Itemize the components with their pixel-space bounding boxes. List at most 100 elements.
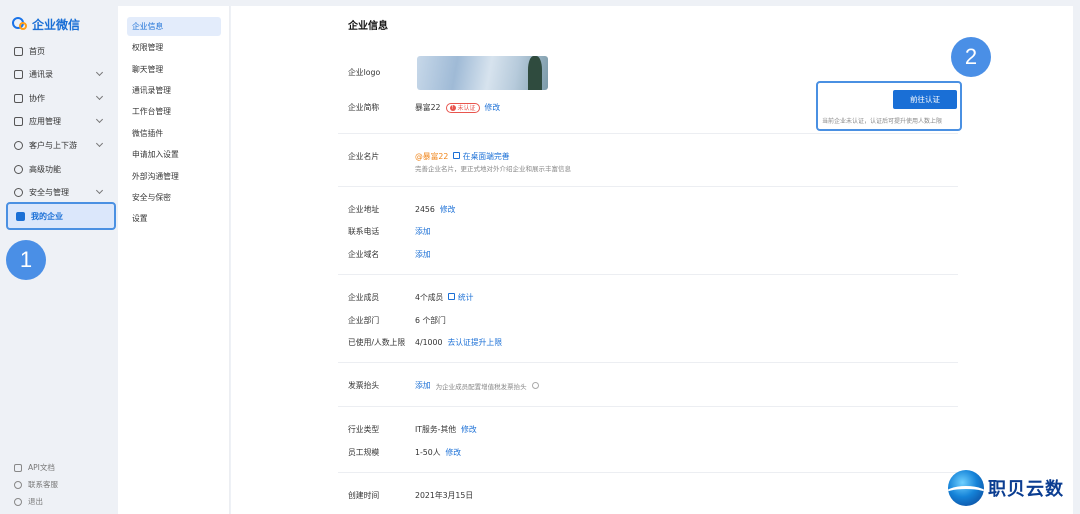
card-name: @暴富22 <box>415 152 449 161</box>
company-icon <box>16 211 25 221</box>
chevron-down-icon <box>95 68 104 77</box>
subnav-item-external[interactable]: 外部沟通管理 <box>127 167 221 186</box>
collab-icon <box>14 93 23 103</box>
industry-value: IT服务-其他 <box>415 425 457 434</box>
limit-row: 4/1000 去认证提升上限 <box>415 337 502 348</box>
domain-label: 企业域名 <box>348 250 380 259</box>
power-icon <box>14 497 22 506</box>
dept-label: 企业部门 <box>348 316 380 325</box>
nav-item-label: 协作 <box>29 93 45 103</box>
nav-item-collab[interactable]: 协作 <box>6 88 112 108</box>
complete-on-desktop-link[interactable]: 在桌面端完善 <box>453 151 510 162</box>
main-content: 企业信息 企业logo 企业简称 暴富22 ! 未认证 修改 前往认证 当前企业未… <box>231 6 1073 514</box>
go-certify-button[interactable]: 前往认证 <box>893 90 957 109</box>
apps-icon <box>14 116 23 126</box>
complete-on-desktop-label: 在桌面端完善 <box>462 152 510 161</box>
invoice-description: 为企业成员配置增值税发票抬头 <box>435 382 527 391</box>
nav-item-label: 应用管理 <box>29 116 61 126</box>
footer-label: 联系客服 <box>28 480 58 489</box>
subnav-item-company-info[interactable]: 企业信息 <box>127 17 221 36</box>
size-value: 1-50人 <box>415 448 441 457</box>
divider <box>338 186 958 187</box>
subnav-item-security[interactable]: 安全与保密 <box>127 188 221 207</box>
company-logo-image[interactable] <box>417 56 548 90</box>
nav-item-label: 客户与上下游 <box>29 140 77 150</box>
nav-item-home[interactable]: 首页 <box>6 41 112 61</box>
warning-icon: ! <box>449 104 456 111</box>
invoice-row: 添加 为企业成员配置增值税发票抬头 <box>415 380 539 391</box>
short-name-label: 企业简称 <box>348 103 380 112</box>
divider <box>338 362 958 363</box>
edit-address-link[interactable]: 修改 <box>440 204 456 215</box>
edit-size-link[interactable]: 修改 <box>446 447 462 458</box>
subnav-item-wechat-plugin[interactable]: 微信插件 <box>127 124 221 143</box>
stats-link[interactable]: 统计 <box>448 292 473 303</box>
subnav-item-contacts[interactable]: 通讯录管理 <box>127 81 221 100</box>
address-value: 2456 <box>415 205 435 214</box>
card-label: 企业名片 <box>348 152 380 161</box>
subnav-item-join-settings[interactable]: 申请加入设置 <box>127 145 221 164</box>
nav-item-contacts[interactable]: 通讯录 <box>6 64 112 84</box>
nav-item-my-company[interactable]: 我的企业 <box>6 202 116 230</box>
footer-label: 退出 <box>28 497 43 506</box>
divider <box>338 406 958 407</box>
card-row: @暴富22 在桌面端完善 <box>415 151 510 162</box>
limit-label: 已使用/人数上限 <box>348 338 406 347</box>
left-navigation: 企业微信 首页 通讯录 协作 应用管理 客户与上下游 高级功能 安全与管理 我的… <box>0 0 118 514</box>
limit-value: 4/1000 <box>415 338 443 347</box>
brand-name: 职贝云数 <box>988 479 1064 500</box>
phone-label: 联系电话 <box>348 227 380 236</box>
brand-logo-icon <box>948 470 984 506</box>
app-name: 企业微信 <box>32 17 81 32</box>
footer-logout[interactable]: 退出 <box>14 496 43 507</box>
subnav-item-settings[interactable]: 设置 <box>127 209 221 228</box>
app-logo[interactable]: 企业微信 <box>12 15 80 33</box>
nav-item-label: 首页 <box>29 46 45 56</box>
add-invoice-link[interactable]: 添加 <box>415 380 431 391</box>
add-domain-link[interactable]: 添加 <box>415 249 431 260</box>
add-phone-link[interactable]: 添加 <box>415 226 431 237</box>
subnav-item-workbench[interactable]: 工作台管理 <box>127 102 221 121</box>
document-icon <box>14 463 22 472</box>
logo-label: 企业logo <box>348 68 381 77</box>
nav-item-advanced[interactable]: 高级功能 <box>6 159 112 179</box>
wecom-logo-icon <box>12 17 28 31</box>
stats-label: 统计 <box>457 293 474 302</box>
address-label: 企业地址 <box>348 205 380 214</box>
status-badge: ! 未认证 <box>445 102 480 113</box>
footer-support[interactable]: 联系客服 <box>14 479 58 490</box>
raise-limit-link[interactable]: 去认证提升上限 <box>447 337 502 348</box>
footer-api-docs[interactable]: API文档 <box>14 462 55 473</box>
nav-item-apps[interactable]: 应用管理 <box>6 111 112 131</box>
advanced-icon <box>14 164 23 174</box>
edit-short-name-link[interactable]: 修改 <box>485 102 501 113</box>
footer-label: API文档 <box>28 463 55 472</box>
chart-icon <box>448 293 456 300</box>
subnav-item-chat[interactable]: 聊天管理 <box>127 60 221 79</box>
desktop-icon <box>453 152 461 159</box>
info-icon[interactable] <box>531 382 539 389</box>
certification-panel: 前往认证 当前企业未认证，认证后可提升使用人数上限 <box>816 81 962 131</box>
edit-industry-link[interactable]: 修改 <box>461 424 477 435</box>
created-label: 创建时间 <box>348 491 380 500</box>
chevron-down-icon <box>95 92 104 101</box>
page-title: 企业信息 <box>348 21 388 32</box>
nav-item-label: 安全与管理 <box>29 187 69 197</box>
divider <box>338 274 958 275</box>
short-name-row: 暴富22 ! 未认证 修改 <box>415 102 500 113</box>
nav-item-label: 高级功能 <box>29 164 61 174</box>
home-icon <box>14 46 23 56</box>
created-value: 2021年3月15日 <box>415 491 474 500</box>
step-marker-2: 2 <box>951 37 991 77</box>
dept-value: 6 个部门 <box>415 316 446 325</box>
nav-item-customers[interactable]: 客户与上下游 <box>6 135 112 155</box>
step-marker-1: 1 <box>6 240 46 280</box>
divider <box>338 133 958 134</box>
subnav-item-permissions[interactable]: 权限管理 <box>127 38 221 57</box>
nav-item-label: 我的企业 <box>31 211 63 221</box>
invoice-label: 发票抬头 <box>348 381 380 390</box>
customer-icon <box>14 140 23 150</box>
nav-item-security[interactable]: 安全与管理 <box>6 182 112 202</box>
size-row: 1-50人 修改 <box>415 447 461 458</box>
short-name-value: 暴富22 <box>415 103 441 112</box>
